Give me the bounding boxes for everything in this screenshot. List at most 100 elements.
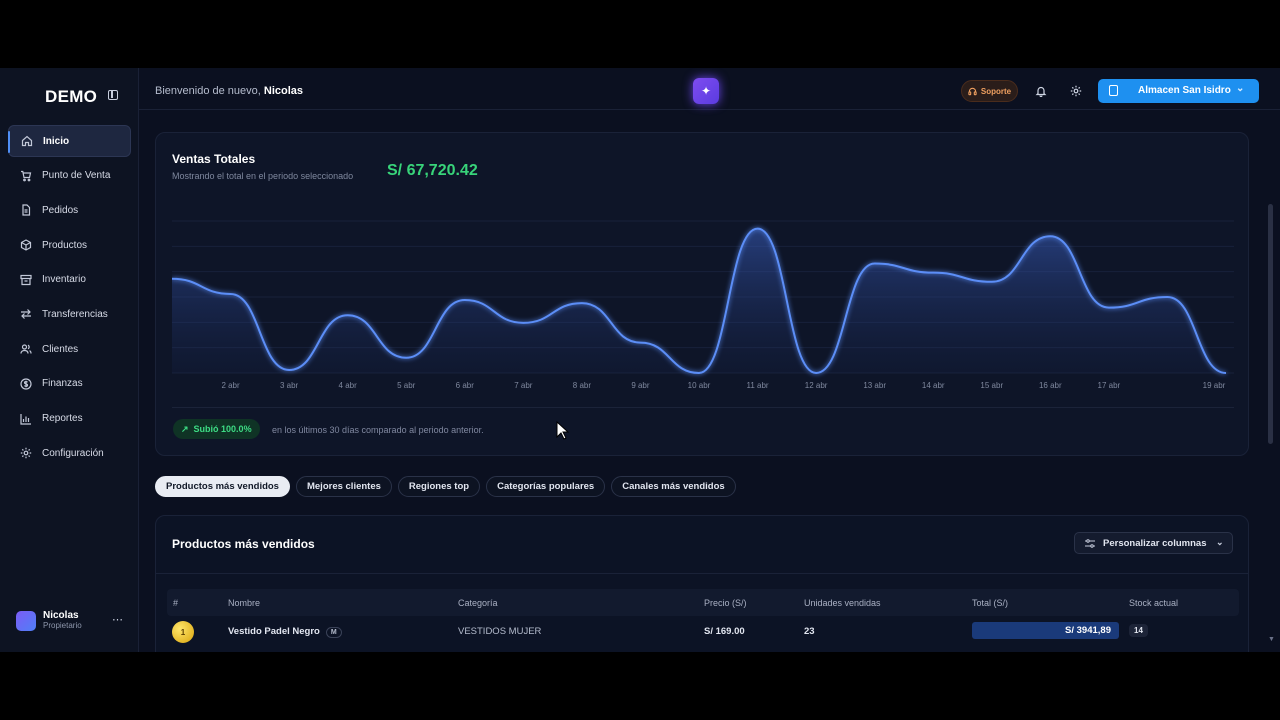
chevron-down-icon: ⌄ bbox=[1216, 537, 1224, 547]
x-tick-label: 2 abr bbox=[221, 381, 240, 390]
total-bar: S/ 3941,89 bbox=[972, 622, 1119, 639]
sidebar-nav: Inicio Punto de Venta Pedidos Productos … bbox=[8, 125, 131, 472]
products-title: Productos más vendidos bbox=[172, 537, 315, 551]
sidebar-item-reportes[interactable]: Reportes bbox=[8, 403, 131, 435]
table-row[interactable]: 1 Vestido Padel Negro M VESTIDOS MUJER S/… bbox=[167, 619, 1239, 643]
sidebar-item-label: Productos bbox=[42, 239, 88, 251]
sidebar-item-finanzas[interactable]: Finanzas bbox=[8, 368, 131, 400]
user-name: Nicolas bbox=[43, 610, 79, 621]
users-icon bbox=[20, 343, 32, 355]
column-header-precio[interactable]: Precio (S/) bbox=[704, 598, 747, 608]
table-header: # Nombre Categoría Precio (S/) Unidades … bbox=[167, 589, 1239, 616]
sidebar-item-label: Finanzas bbox=[42, 378, 83, 390]
tab-mejores-clientes[interactable]: Mejores clientes bbox=[295, 476, 392, 497]
sales-chart: 2 abr 3 abr 4 abr 5 abr 6 abr 7 abr 8 abr 9 abr… bbox=[172, 220, 1234, 390]
avatar bbox=[16, 610, 36, 631]
sparkle-button[interactable]: ✦ bbox=[693, 78, 719, 104]
divider bbox=[156, 573, 1248, 574]
x-tick-label: 14 abr bbox=[922, 381, 945, 390]
sidebar-item-label: Punto de Venta bbox=[42, 170, 111, 182]
welcome-name: Nicolas bbox=[263, 85, 304, 97]
store-label: Almacen San Isidro bbox=[1138, 85, 1231, 96]
sidebar-item-label: Transferencias bbox=[42, 308, 108, 320]
sidebar-item-inventario[interactable]: Inventario bbox=[8, 264, 131, 296]
report-tabs: Productos más vendidos Mejores clientes … bbox=[155, 476, 742, 498]
sidebar-item-label: Inicio bbox=[43, 135, 70, 147]
x-tick-label: 10 abr bbox=[688, 381, 711, 390]
topbar: Bienvenido de nuevo, Nicolas ✦ Soporte A… bbox=[139, 68, 1280, 110]
product-name-cell: Vestido Padel Negro M bbox=[228, 626, 342, 638]
sidebar-item-label: Configuración bbox=[42, 447, 104, 459]
products-card: Productos más vendidos Personalizar colu… bbox=[155, 515, 1249, 652]
divider bbox=[172, 407, 1234, 408]
sidebar-collapse-icon[interactable] bbox=[108, 90, 118, 100]
trend-up-icon: ↗ bbox=[181, 423, 189, 434]
sidebar-item-inicio[interactable]: Inicio bbox=[8, 125, 131, 157]
column-header-nombre[interactable]: Nombre bbox=[228, 598, 260, 608]
x-tick-label: 5 abr bbox=[397, 381, 416, 390]
tab-categorias-populares[interactable]: Categorías populares bbox=[486, 476, 606, 497]
mouse-cursor-icon bbox=[556, 421, 570, 440]
settings-gear-icon[interactable] bbox=[1070, 84, 1082, 97]
gear-icon bbox=[20, 447, 32, 459]
sales-total: S/ 67,720.42 bbox=[387, 162, 478, 179]
page-scrollbar[interactable]: ▼ bbox=[1266, 110, 1280, 652]
x-tick-label: 17 abr bbox=[1098, 381, 1121, 390]
x-tick-label: 6 abr bbox=[456, 381, 475, 390]
dollar-icon bbox=[20, 378, 32, 390]
chevron-down-icon: ⌄ bbox=[1236, 83, 1245, 94]
sidebar-item-pedidos[interactable]: Pedidos bbox=[8, 194, 131, 226]
store-selector[interactable]: Almacen San Isidro ⌄ bbox=[1098, 79, 1259, 103]
tab-productos-mas-vendidos[interactable]: Productos más vendidos bbox=[155, 476, 290, 497]
x-tick-label: 12 abr bbox=[805, 381, 828, 390]
x-tick-label: 13 abr bbox=[863, 381, 886, 390]
support-button[interactable]: Soporte bbox=[961, 80, 1018, 102]
user-role: Propietario bbox=[43, 621, 82, 630]
box-icon bbox=[20, 239, 32, 251]
units-cell: 23 bbox=[804, 626, 815, 637]
x-tick-label: 4 abr bbox=[339, 381, 358, 390]
app-logo: DEMO bbox=[45, 87, 98, 106]
column-header-total[interactable]: Total (S/) bbox=[972, 598, 1008, 608]
sidebar-item-label: Reportes bbox=[42, 413, 83, 424]
sidebar-item-transferencias[interactable]: Transferencias bbox=[8, 298, 131, 330]
x-tick-label: 8 abr bbox=[573, 381, 592, 390]
trend-note: en los últimos 30 días comparado al peri… bbox=[272, 425, 484, 435]
stock-badge: 14 bbox=[1129, 624, 1148, 637]
x-tick-label: 16 abr bbox=[1039, 381, 1062, 390]
main-content: Ventas Totales Mostrando el total en el … bbox=[139, 110, 1266, 652]
x-tick-label: 9 abr bbox=[631, 381, 650, 390]
scrollbar-thumb[interactable] bbox=[1268, 204, 1273, 444]
trend-badge: ↗ Subió 100.0% bbox=[173, 419, 260, 439]
x-tick-label: 7 abr bbox=[514, 381, 533, 390]
user-profile[interactable]: Nicolas Propietario bbox=[16, 610, 82, 631]
sidebar: DEMO Inicio Punto de Venta Pedidos Produ… bbox=[0, 68, 139, 652]
column-header-rank[interactable]: # bbox=[173, 598, 178, 608]
rank-medal: 1 bbox=[172, 621, 194, 643]
x-tick-label: 3 abr bbox=[280, 381, 299, 390]
welcome-message: Bienvenido de nuevo, Nicolas bbox=[155, 85, 303, 97]
tab-regiones-top[interactable]: Regiones top bbox=[397, 476, 481, 497]
tab-canales-mas-vendidos[interactable]: Canales más vendidos bbox=[611, 476, 736, 497]
x-tick-label: 11 abr bbox=[747, 381, 769, 390]
home-icon bbox=[21, 135, 33, 147]
bell-icon[interactable] bbox=[1035, 84, 1047, 98]
sidebar-item-clientes[interactable]: Clientes bbox=[8, 333, 131, 365]
sales-card: Ventas Totales Mostrando el total en el … bbox=[155, 132, 1249, 456]
column-header-unidades[interactable]: Unidades vendidas bbox=[804, 598, 881, 608]
total-cell: S/ 3941,89 bbox=[1065, 625, 1111, 636]
scroll-down-arrow-icon[interactable]: ▼ bbox=[1268, 636, 1275, 643]
sidebar-item-punto-de-venta[interactable]: Punto de Venta bbox=[8, 160, 131, 192]
column-header-stock[interactable]: Stock actual bbox=[1129, 598, 1178, 608]
customize-columns-button[interactable]: Personalizar columnas ⌄ bbox=[1074, 532, 1233, 554]
sidebar-item-label: Clientes bbox=[42, 343, 79, 355]
sidebar-item-productos[interactable]: Productos bbox=[8, 229, 131, 261]
sales-title: Ventas Totales bbox=[172, 152, 256, 166]
sidebar-item-configuracion[interactable]: Configuración bbox=[8, 437, 131, 469]
sparkle-icon: ✦ bbox=[700, 84, 712, 98]
archive-icon bbox=[20, 274, 32, 286]
customize-label: Personalizar columnas bbox=[1103, 538, 1207, 549]
x-tick-label: 15 abr bbox=[980, 381, 1003, 390]
column-header-categoria[interactable]: Categoría bbox=[458, 598, 498, 608]
more-options-icon[interactable]: ⋯ bbox=[112, 613, 124, 626]
